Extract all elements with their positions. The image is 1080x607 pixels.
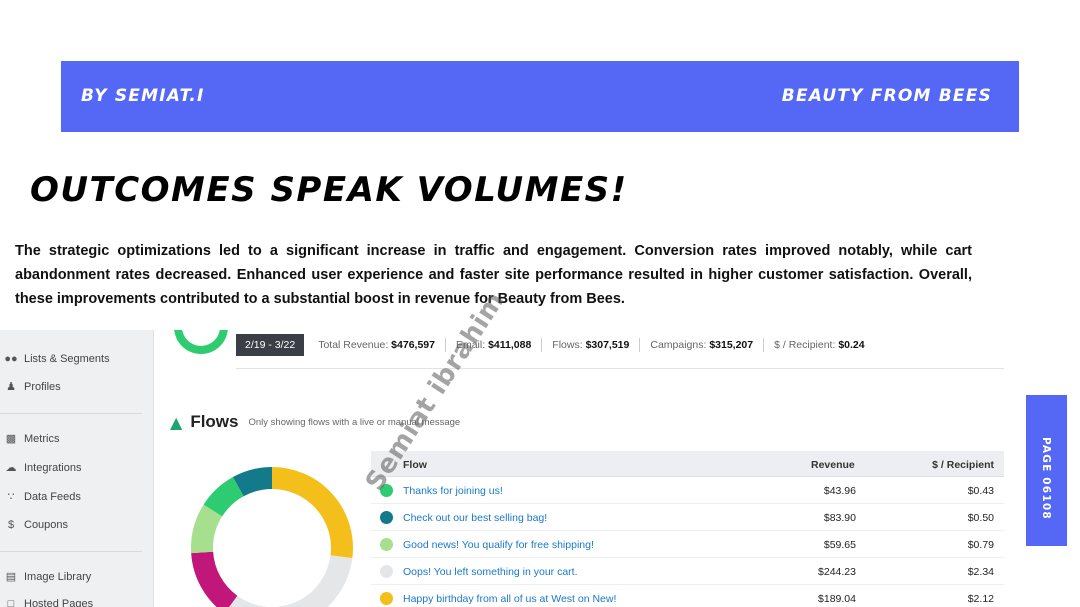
table-row: Check out our best selling bag! $83.90 $… xyxy=(371,504,1004,531)
flow-revenue: $83.90 xyxy=(823,512,856,524)
users-icon: ●● xyxy=(4,353,18,365)
flow-link[interactable]: Thanks for joining us! xyxy=(403,485,503,497)
author-label: BY SEMIAT.I xyxy=(81,86,205,106)
sidebar-item-label: Integrations xyxy=(24,462,82,474)
flows-icon: ▲ xyxy=(170,412,183,432)
sidebar-item-profiles[interactable]: ♟ Profiles xyxy=(4,377,61,397)
stat-divider xyxy=(763,338,765,352)
table-row: Oops! You left something in your cart. $… xyxy=(371,558,1004,585)
stat-divider xyxy=(639,338,641,352)
brand-label: BEAUTY FROM BEES xyxy=(781,86,992,106)
donut-segment xyxy=(191,551,238,607)
flow-per-recipient: $0.79 xyxy=(967,539,994,551)
sidebar-item-label: Image Library xyxy=(24,571,92,583)
table-row: Thanks for joining us! $43.96 $0.43 xyxy=(371,477,1004,504)
donut-segment xyxy=(229,554,353,607)
flow-revenue: $43.96 xyxy=(823,485,856,497)
sidebar-item-hosted-pages[interactable]: □ Hosted Pages xyxy=(4,594,93,607)
flows-revenue-stat: Flows: $307,519 xyxy=(552,339,630,351)
bar-chart-icon: ▩ xyxy=(5,433,17,445)
flow-color-dot xyxy=(380,538,393,551)
sidebar-divider xyxy=(0,413,142,414)
flow-per-recipient: $0.43 xyxy=(967,485,994,497)
person-icon: ♟ xyxy=(6,381,16,393)
flows-title: Flows xyxy=(190,412,239,431)
column-header-revenue[interactable]: Revenue xyxy=(811,459,855,471)
flows-table-header: Flow Revenue $ / Recipient xyxy=(371,451,1004,477)
header-banner: BY SEMIAT.I BEAUTY FROM BEES xyxy=(61,61,1019,132)
date-range-button[interactable]: 2/19 - 3/22 xyxy=(236,334,305,356)
donut-segment xyxy=(271,467,353,559)
sidebar-item-label: Metrics xyxy=(24,433,60,445)
sidebar: ●● Lists & Segments ♟ Profiles ▩ Metrics… xyxy=(0,330,154,607)
flows-donut-chart xyxy=(191,467,353,607)
sidebar-item-coupons[interactable]: $ Coupons xyxy=(4,515,68,535)
sidebar-item-label: Profiles xyxy=(24,381,61,393)
flow-link[interactable]: Happy birthday from all of us at West on… xyxy=(403,593,616,605)
sidebar-item-metrics[interactable]: ▩ Metrics xyxy=(4,429,60,449)
flow-color-dot xyxy=(380,592,393,605)
sidebar-item-integrations[interactable]: ☁ Integrations xyxy=(4,458,82,478)
donut-segment xyxy=(203,477,244,517)
donut-segment xyxy=(191,504,223,554)
page-number-label: PAGE 06108 xyxy=(1040,437,1052,520)
campaigns-revenue-stat: Campaigns: $315,207 xyxy=(650,339,754,351)
flow-color-dot xyxy=(380,565,393,578)
sidebar-item-label: Lists & Segments xyxy=(24,353,110,365)
flow-revenue: $59.65 xyxy=(823,539,856,551)
dashboard-screenshot: ●● Lists & Segments ♟ Profiles ▩ Metrics… xyxy=(0,330,1025,607)
flow-revenue: $189.04 xyxy=(818,593,856,605)
flow-per-recipient: $2.34 xyxy=(967,566,994,578)
page-headline: OUTCOMES SPEAK VOLUMES! xyxy=(30,170,628,210)
sidebar-item-image-library[interactable]: ▤ Image Library xyxy=(4,567,91,587)
cloud-icon: ☁ xyxy=(5,462,17,474)
page-icon: □ xyxy=(7,598,15,607)
stats-divider xyxy=(236,368,1004,369)
rss-icon: ∵ xyxy=(7,491,15,503)
page-number-tab: PAGE 06108 xyxy=(1026,395,1067,546)
flow-link[interactable]: Good news! You qualify for free shipping… xyxy=(403,539,594,551)
image-icon: ▤ xyxy=(5,571,17,583)
donut-segment xyxy=(232,467,273,497)
table-row: Happy birthday from all of us at West on… xyxy=(371,585,1004,607)
flow-per-recipient: $0.50 xyxy=(967,512,994,524)
dollar-icon: $ xyxy=(7,519,15,531)
sidebar-item-label: Data Feeds xyxy=(24,491,81,503)
flow-link[interactable]: Oops! You left something in your cart. xyxy=(403,566,578,578)
flow-revenue: $244.23 xyxy=(818,566,856,578)
sidebar-item-data-feeds[interactable]: ∵ Data Feeds xyxy=(4,487,81,507)
stats-bar: 2/19 - 3/22 Total Revenue: $476,597 Emai… xyxy=(236,332,875,358)
total-revenue-stat: Total Revenue: $476,597 xyxy=(318,339,435,351)
sidebar-divider xyxy=(0,551,142,552)
flows-table: Flow Revenue $ / Recipient Thanks for jo… xyxy=(371,451,1004,607)
flow-per-recipient: $2.12 xyxy=(967,593,994,605)
sidebar-item-label: Coupons xyxy=(24,519,69,531)
flow-link[interactable]: Check out our best selling bag! xyxy=(403,512,547,524)
summary-ring-chart xyxy=(174,330,228,354)
table-row: Good news! You qualify for free shipping… xyxy=(371,531,1004,558)
per-recipient-stat: $ / Recipient: $0.24 xyxy=(774,339,865,351)
sidebar-item-lists-segments[interactable]: ●● Lists & Segments xyxy=(4,349,110,369)
sidebar-item-label: Hosted Pages xyxy=(24,598,94,607)
column-header-per-recipient[interactable]: $ / Recipient xyxy=(932,459,994,471)
flow-color-dot xyxy=(380,511,393,524)
stat-divider xyxy=(541,338,543,352)
